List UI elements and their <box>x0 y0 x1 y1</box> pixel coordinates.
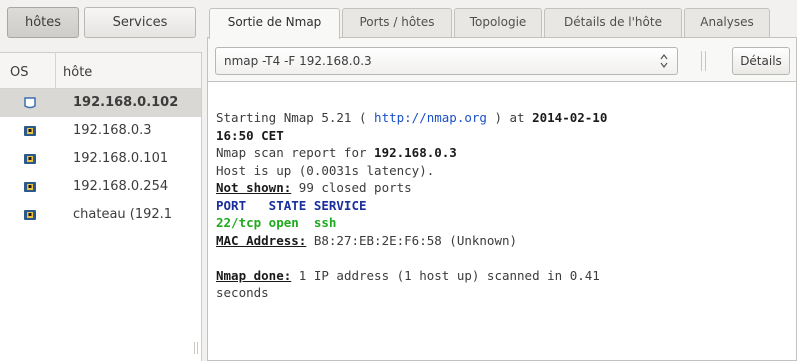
details-button[interactable]: Détails <box>732 47 790 75</box>
host-row[interactable]: 192.168.0.102 <box>0 89 201 117</box>
nmap-done-label: Nmap done: <box>216 267 292 283</box>
os-linux-icon <box>24 126 36 136</box>
tab-nmap-output[interactable]: Sortie de Nmap <box>209 8 340 39</box>
os-unknown-icon <box>24 97 36 109</box>
host-name: 192.168.0.101 <box>73 151 169 166</box>
host-name: chateau (192.1 <box>73 207 173 222</box>
output-text: 1 IP address (1 host up) scanned in 0.41 <box>291 267 600 283</box>
os-linux-icon <box>24 182 36 192</box>
scan-time: 16:50 CET <box>216 127 284 143</box>
host-name: 192.168.0.3 <box>73 123 152 138</box>
port-table-header: PORT STATE SERVICE <box>216 197 367 213</box>
mac-address-label: MAC Address: <box>216 232 307 248</box>
host-row[interactable]: 192.168.0.101 <box>0 145 201 173</box>
results-pane: Sortie de Nmap Ports / hôtes Topologie D… <box>194 0 797 361</box>
services-mode-button[interactable]: Services <box>84 7 196 38</box>
tab-topology[interactable]: Topologie <box>454 8 542 37</box>
os-linux-icon <box>24 210 36 220</box>
not-shown-label: Not shown: <box>216 180 292 195</box>
output-text: ) at <box>486 110 533 125</box>
tab-ports-hosts[interactable]: Ports / hôtes <box>342 8 452 37</box>
host-name: 192.168.0.254 <box>73 179 169 194</box>
output-line: seconds <box>216 285 269 300</box>
output-text: 99 closed ports <box>291 180 412 195</box>
nmap-output-text[interactable]: Starting Nmap 5.21 ( http://nmap.org ) a… <box>194 81 797 361</box>
tab-host-details[interactable]: Détails de l'hôte <box>544 8 682 37</box>
output-line: Starting Nmap 5.21 ( http://nmap.org ) a… <box>216 109 796 127</box>
results-tabbar: Sortie de Nmap Ports / hôtes Topologie D… <box>207 8 797 39</box>
output-toolbar: nmap -T4 -F 192.168.0.3 Détails <box>207 37 797 81</box>
output-text: B8:27:EB:2E:F6:58 (Unknown) <box>306 232 518 248</box>
host-list-header: OS hôte <box>0 53 201 89</box>
column-divider[interactable] <box>55 53 56 89</box>
os-column-header[interactable]: OS <box>10 65 28 80</box>
output-text: Starting Nmap 5.21 ( <box>216 110 375 125</box>
scanned-host: 192.168.0.3 <box>374 145 457 160</box>
output-line: Not shown: 99 closed ports <box>216 179 796 197</box>
host-column-header[interactable]: hôte <box>63 65 92 80</box>
output-line: Host is up (0.0031s latency). <box>216 162 435 178</box>
output-line: MAC Address: B8:27:EB:2E:F6:58 (Unknown) <box>216 232 796 250</box>
nmap-link[interactable]: http://nmap.org <box>374 110 487 125</box>
spinner-arrows-icon <box>660 54 668 68</box>
host-list: OS hôte 192.168.0.102 192.168.0.3 192.16… <box>0 52 202 361</box>
host-row[interactable]: 192.168.0.254 <box>0 173 201 201</box>
host-row[interactable]: 192.168.0.3 <box>0 117 201 145</box>
output-line: Nmap scan report for 192.168.0.3 <box>216 144 796 162</box>
hosts-mode-button[interactable]: hôtes <box>7 7 79 38</box>
scan-date: 2014-02-10 <box>532 110 608 125</box>
scan-command-select[interactable]: nmap -T4 -F 192.168.0.3 <box>215 47 678 75</box>
tab-scans[interactable]: Analyses <box>684 8 770 37</box>
toolbar-separator-icon <box>701 51 706 71</box>
output-text: Nmap scan report for <box>216 145 375 160</box>
open-port-line: 22/tcp open ssh <box>216 215 337 230</box>
host-name: 192.168.0.102 <box>73 95 179 110</box>
scan-command-value: nmap -T4 -F 192.168.0.3 <box>224 54 372 68</box>
pane-resize-handle[interactable] <box>194 342 200 354</box>
host-row[interactable]: chateau (192.1 <box>0 201 201 229</box>
hosts-pane: hôtes Services OS hôte 192.168.0.102 192… <box>0 0 202 361</box>
output-line: Nmap done: 1 IP address (1 host up) scan… <box>216 267 796 285</box>
os-linux-icon <box>24 154 36 164</box>
